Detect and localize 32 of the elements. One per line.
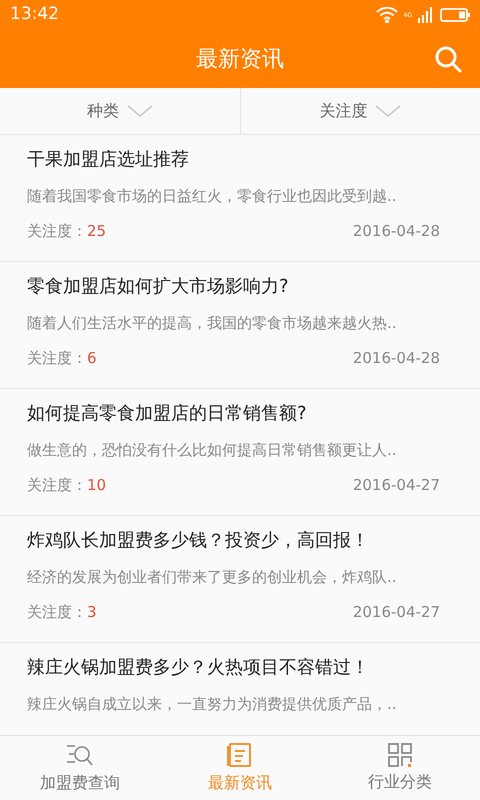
article-summary: 经济的发展为创业者们带来了更多的创业机会，炸鸡队.. [27,567,398,588]
article-date: 2016-04-27 [352,475,440,496]
nav-tab[interactable]: 行业分类 [320,736,480,800]
article-summary: 随着人们生活水平的提高，我国的零食市场越来越火热.. [27,313,398,334]
article-title: 辣庄火锅加盟费多少？火热项目不容错过！ [27,656,370,680]
article-title: 炸鸡队长加盟费多少钱？投资少，高回报！ [27,529,370,553]
attention-count: 关注度：6 [27,348,97,369]
article-summary: 随着我国零食市场的日益红火，零食行业也因此受到越.. [27,186,398,207]
attention-count: 关注度：25 [27,221,106,242]
attention-count: 关注度：10 [27,475,106,496]
status-time: 13:42 [10,3,59,26]
attention-count: 关注度：3 [27,602,97,623]
article-summary: 辣庄火锅自成立以来，一直努力为消费提供优质产品，.. [27,694,398,715]
wifi-icon [376,7,398,23]
grid-icon [387,742,413,768]
article-summary: 做生意的，恐怕没有什么比如何提高日常销售额更让人.. [27,440,398,461]
nav-tab[interactable]: 加盟费查询 [0,736,160,800]
filter-dropdown[interactable]: 关注度 [240,88,480,134]
page-title: 最新资讯 [196,46,284,74]
article-title: 零食加盟店如何扩大市场影响力? [27,275,290,299]
chevron-down-icon [126,105,153,117]
document-icon [227,741,253,769]
article-date: 2016-04-28 [352,348,440,369]
filter-dropdown[interactable]: 种类 [0,88,240,134]
article-title: 干果加盟店选址推荐 [27,148,190,172]
battery-icon [440,7,470,23]
article-date: 2016-04-28 [352,221,440,242]
chevron-down-icon [375,105,402,117]
search-icon [434,45,462,73]
article-date: 2016-04-27 [352,602,440,623]
signal-icon [418,7,434,23]
article-title: 如何提高零食加盟店的日常销售额? [27,402,308,426]
